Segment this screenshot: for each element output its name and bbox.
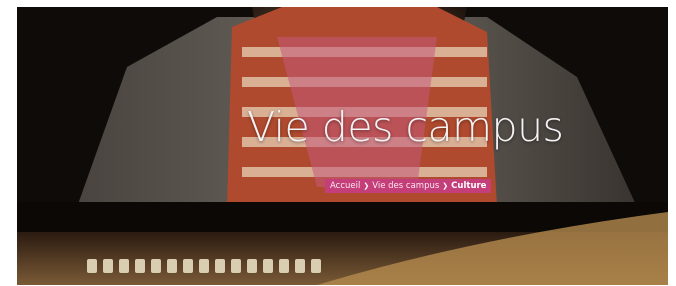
hero-banner: Vie des campus Accueil ❯ Vie des campus …	[17, 7, 668, 285]
chevron-right-icon: ❯	[363, 182, 370, 190]
breadcrumb-item-home[interactable]: Accueil	[330, 181, 360, 191]
breadcrumb-item-culture: Culture	[451, 181, 487, 191]
page-title: Vie des campus	[247, 103, 564, 151]
chevron-right-icon: ❯	[442, 182, 449, 190]
breadcrumb-item-campus-life[interactable]: Vie des campus	[372, 181, 439, 191]
breadcrumb: Accueil ❯ Vie des campus ❯ Culture	[325, 179, 492, 193]
